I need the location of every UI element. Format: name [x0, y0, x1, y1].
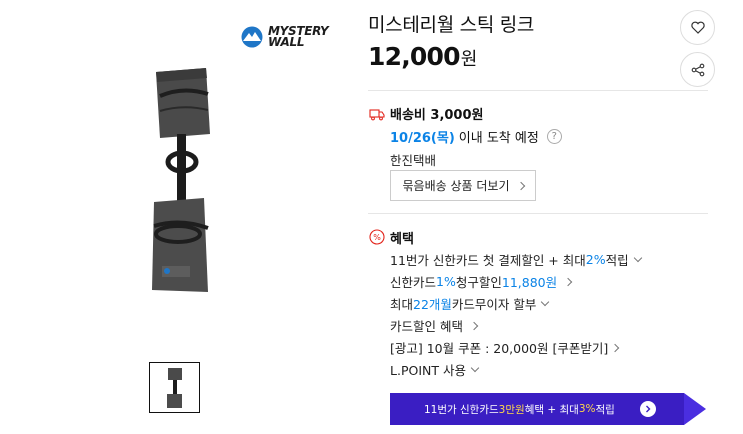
product-image[interactable]	[148, 66, 214, 298]
delivery-date: 10/26(목)	[390, 131, 455, 146]
banner-text: 11번가 신한카드	[424, 403, 499, 416]
price-value: 12,000	[368, 42, 460, 71]
benefit-discounted-price: 11,880원	[501, 275, 558, 290]
bundle-button-label: 묶음배송 상품 더보기	[402, 179, 510, 193]
truck-icon	[369, 109, 385, 121]
share-icon	[691, 63, 704, 76]
chevron-right-icon	[563, 277, 573, 286]
delivery-estimate: 10/26(목) 이내 도착 예정 ?	[390, 127, 562, 146]
courier-name: 한진택배	[390, 153, 437, 168]
benefit-installment[interactable]: 최대 22개월 카드무이자 할부	[390, 294, 550, 313]
benefit-shinhan-discount[interactable]: 신한카드 1% 청구할인 11,880원	[390, 272, 573, 291]
help-icon[interactable]: ?	[546, 129, 562, 144]
benefit-text: [광고] 10월 쿠폰 : 20,000원 [쿠폰받기]	[390, 341, 609, 356]
product-title: 미스테리월 스틱 링크	[368, 14, 535, 36]
product-gallery: MYSTERY WALL	[0, 0, 350, 434]
benefit-card-discount[interactable]: 카드할인 혜택	[390, 316, 479, 335]
banner-wedge-decoration	[684, 393, 706, 425]
divider	[368, 213, 708, 214]
benefits-title: 혜택	[390, 232, 414, 247]
divider	[368, 90, 708, 91]
benefit-lpoint[interactable]: L.POINT 사용	[390, 360, 480, 379]
benefit-text: 신한카드	[390, 275, 437, 290]
benefit-highlight: 1%	[436, 274, 456, 289]
product-price: 12,000 원	[368, 42, 477, 71]
thumbnail-1[interactable]	[149, 362, 200, 413]
benefit-text: 11번가 신한카드 첫 결제할인 + 최대	[390, 253, 586, 268]
benefit-text: 카드무이자 할부	[451, 297, 537, 312]
benefit-text: 카드할인 혜택	[390, 319, 463, 334]
benefit-highlight: 2%	[585, 252, 606, 267]
shipping-fee: 배송비 3,000원	[390, 108, 484, 123]
chevron-down-icon	[541, 297, 550, 306]
share-button[interactable]	[680, 52, 715, 87]
percent-badge-icon: %	[369, 229, 385, 245]
delivery-text: 이내 도착 예정	[458, 131, 539, 146]
chevron-down-icon	[633, 253, 642, 262]
brand-mark-icon	[241, 26, 263, 48]
banner-highlight: 3만원	[498, 403, 525, 416]
banner-text: 혜택 + 최대	[524, 403, 579, 416]
benefit-card-first-payment[interactable]: 11번가 신한카드 첫 결제할인 + 최대 2% 적립	[390, 250, 642, 269]
card-promo-banner[interactable]: 11번가 신한카드 3만원 혜택 + 최대 3% 적립	[390, 393, 706, 425]
arrow-right-icon	[640, 401, 656, 417]
heart-icon	[690, 21, 705, 34]
benefit-text: 적립	[605, 253, 629, 268]
chevron-right-icon	[610, 343, 620, 352]
wishlist-button[interactable]	[680, 10, 715, 45]
chevron-right-icon	[469, 321, 479, 330]
price-unit: 원	[460, 49, 478, 70]
benefit-text: 청구할인	[455, 275, 502, 290]
banner-highlight: 3%	[578, 403, 596, 415]
benefit-text: 최대	[390, 297, 414, 312]
chevron-right-icon	[516, 181, 525, 190]
brand-name-line2: WALL	[268, 35, 305, 49]
benefit-coupon-ad[interactable]: [광고] 10월 쿠폰 : 20,000원 [쿠폰받기]	[390, 338, 620, 357]
brand-logo: MYSTERY WALL	[240, 25, 329, 49]
svg-text:%: %	[373, 233, 381, 242]
thumbnail-image	[166, 367, 182, 408]
benefit-highlight: 22개월	[413, 297, 452, 312]
product-info: 미스테리월 스틱 링크 12,000 원 배송비 3,000원 10/26(목)…	[368, 0, 743, 434]
benefit-text: L.POINT 사용	[390, 363, 466, 378]
chevron-down-icon	[470, 363, 480, 372]
banner-text: 적립	[595, 403, 615, 416]
bundle-products-button[interactable]: 묶음배송 상품 더보기	[390, 170, 536, 201]
